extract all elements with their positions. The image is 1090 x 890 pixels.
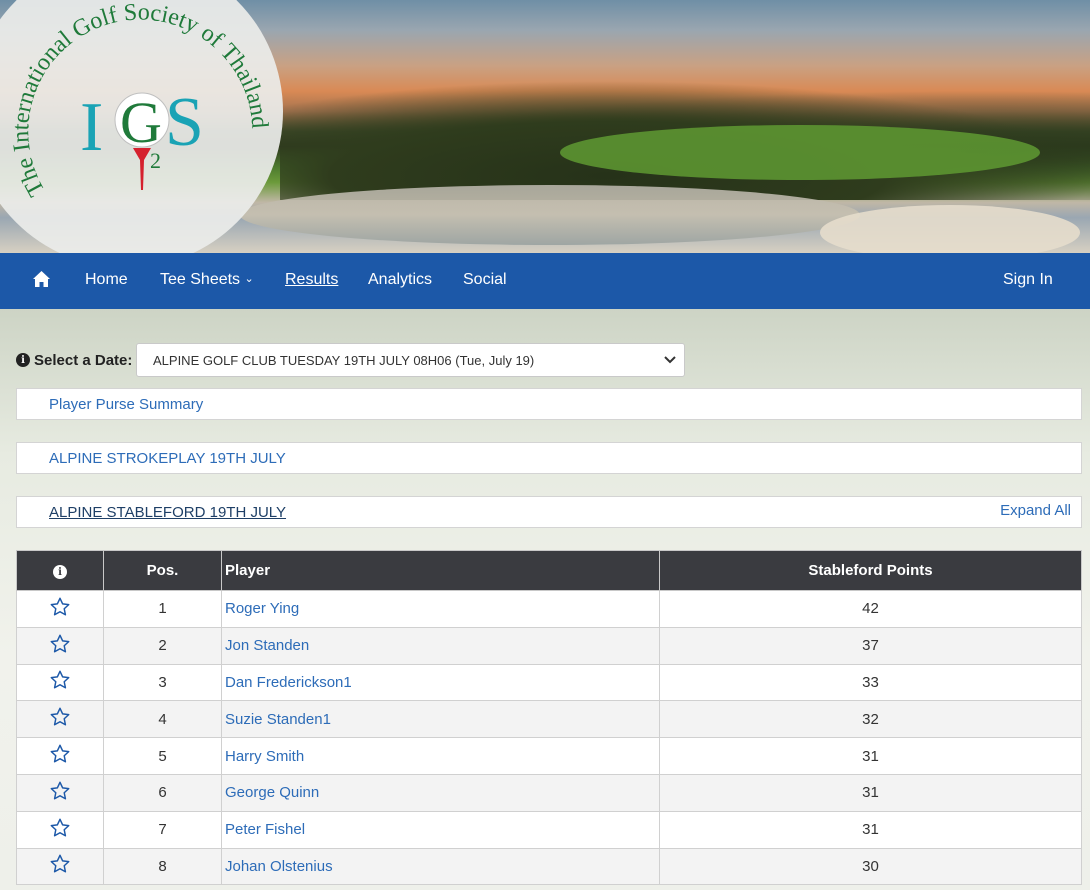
table-row: 3 Dan Frederickson1 33 bbox=[16, 663, 1082, 702]
star-icon[interactable] bbox=[49, 743, 71, 769]
chevron-down-icon bbox=[664, 352, 676, 367]
favorite-cell bbox=[16, 663, 104, 702]
info-column-header: i bbox=[16, 550, 104, 591]
info-icon: i bbox=[53, 565, 67, 580]
date-select[interactable]: ALPINE GOLF CLUB TUESDAY 19TH JULY 08H06… bbox=[136, 343, 685, 377]
favorite-cell bbox=[16, 773, 104, 812]
points-cell: 32 bbox=[659, 700, 1082, 739]
player-link[interactable]: Dan Frederickson1 bbox=[221, 663, 660, 702]
banner-lake bbox=[240, 185, 860, 245]
header-banner: The International Golf Society of Thaila… bbox=[0, 0, 1090, 253]
chevron-down-icon: ⌄ bbox=[244, 273, 254, 285]
nav-home[interactable]: Home bbox=[85, 271, 128, 289]
svg-text:2: 2 bbox=[150, 148, 161, 173]
position-cell: 3 bbox=[103, 663, 222, 702]
favorite-cell bbox=[16, 737, 104, 775]
star-icon[interactable] bbox=[49, 780, 71, 806]
main-navbar: Home Tee Sheets ⌄ Results Analytics Soci… bbox=[0, 253, 1090, 309]
panel-title[interactable]: ALPINE STABLEFORD 19TH JULY bbox=[49, 504, 286, 521]
panel-strokeplay[interactable]: ALPINE STROKEPLAY 19TH JULY bbox=[16, 442, 1082, 474]
points-cell: 37 bbox=[659, 626, 1082, 665]
site-logo[interactable]: The International Golf Society of Thaila… bbox=[0, 0, 300, 253]
nav-tee-sheets[interactable]: Tee Sheets ⌄ bbox=[160, 271, 254, 289]
table-header-row: i Pos. Player Stableford Points bbox=[16, 550, 1082, 591]
svg-text:G: G bbox=[120, 90, 162, 155]
table-row: 4 Suzie Standen1 32 bbox=[16, 700, 1082, 739]
logo-letters: I G S 2 bbox=[80, 84, 204, 190]
points-cell: 31 bbox=[659, 737, 1082, 775]
expand-all-link[interactable]: Expand All bbox=[1000, 502, 1071, 519]
pos-column-header[interactable]: Pos. bbox=[103, 550, 222, 591]
position-cell: 1 bbox=[103, 590, 222, 628]
star-icon[interactable] bbox=[49, 596, 71, 622]
player-link[interactable]: Peter Fishel bbox=[221, 810, 660, 849]
date-select-value: ALPINE GOLF CLUB TUESDAY 19TH JULY 08H06… bbox=[153, 353, 535, 368]
star-icon[interactable] bbox=[49, 853, 71, 879]
player-link[interactable]: Suzie Standen1 bbox=[221, 700, 660, 739]
position-cell: 2 bbox=[103, 626, 222, 665]
player-link[interactable]: Roger Ying bbox=[221, 590, 660, 628]
table-row: 8 Johan Olstenius 30 bbox=[16, 847, 1082, 886]
star-icon[interactable] bbox=[49, 706, 71, 732]
favorite-cell bbox=[16, 810, 104, 849]
position-cell: 6 bbox=[103, 773, 222, 812]
star-icon[interactable] bbox=[49, 633, 71, 659]
banner-bunker bbox=[820, 205, 1080, 253]
table-row: 7 Peter Fishel 31 bbox=[16, 810, 1082, 849]
points-cell: 31 bbox=[659, 810, 1082, 849]
player-link[interactable]: George Quinn bbox=[221, 773, 660, 812]
date-label-text: Select a Date: bbox=[34, 351, 133, 369]
favorite-cell bbox=[16, 700, 104, 739]
favorite-cell bbox=[16, 590, 104, 628]
info-icon: i bbox=[16, 353, 30, 367]
position-cell: 7 bbox=[103, 810, 222, 849]
sign-in-link[interactable]: Sign In bbox=[1003, 271, 1053, 289]
points-cell: 42 bbox=[659, 590, 1082, 628]
position-cell: 5 bbox=[103, 737, 222, 775]
nav-social[interactable]: Social bbox=[463, 271, 507, 289]
date-selector-row: i Select a Date: bbox=[16, 344, 132, 376]
position-cell: 4 bbox=[103, 700, 222, 739]
nav-tee-sheets-label: Tee Sheets bbox=[160, 271, 241, 288]
points-column-header[interactable]: Stableford Points bbox=[659, 550, 1082, 591]
star-icon[interactable] bbox=[49, 669, 71, 695]
banner-fairway bbox=[560, 125, 1040, 180]
home-icon[interactable] bbox=[32, 270, 51, 293]
svg-text:I: I bbox=[80, 89, 103, 166]
player-link[interactable]: Jon Standen bbox=[221, 626, 660, 665]
date-label: i Select a Date: bbox=[16, 352, 132, 369]
svg-text:S: S bbox=[165, 84, 204, 161]
table-row: 6 George Quinn 31 bbox=[16, 773, 1082, 812]
nav-analytics[interactable]: Analytics bbox=[368, 271, 432, 289]
table-row: 5 Harry Smith 31 bbox=[16, 737, 1082, 775]
star-icon[interactable] bbox=[49, 817, 71, 843]
panel-player-purse[interactable]: Player Purse Summary bbox=[16, 388, 1082, 420]
results-table: i Pos. Player Stableford Points 1 Roger Y… bbox=[16, 550, 1082, 886]
panel-title[interactable]: Player Purse Summary bbox=[49, 396, 203, 413]
table-row: 2 Jon Standen 37 bbox=[16, 626, 1082, 665]
favorite-cell bbox=[16, 626, 104, 665]
favorite-cell bbox=[16, 847, 104, 886]
player-link[interactable]: Johan Olstenius bbox=[221, 847, 660, 886]
nav-results[interactable]: Results bbox=[285, 271, 338, 289]
panel-stableford[interactable]: ALPINE STABLEFORD 19TH JULY Expand All bbox=[16, 496, 1082, 528]
table-row: 1 Roger Ying 42 bbox=[16, 590, 1082, 628]
player-column-header[interactable]: Player bbox=[221, 550, 660, 591]
points-cell: 33 bbox=[659, 663, 1082, 702]
points-cell: 30 bbox=[659, 847, 1082, 886]
player-link[interactable]: Harry Smith bbox=[221, 737, 660, 775]
panel-title[interactable]: ALPINE STROKEPLAY 19TH JULY bbox=[49, 450, 286, 467]
position-cell: 8 bbox=[103, 847, 222, 886]
points-cell: 31 bbox=[659, 773, 1082, 812]
